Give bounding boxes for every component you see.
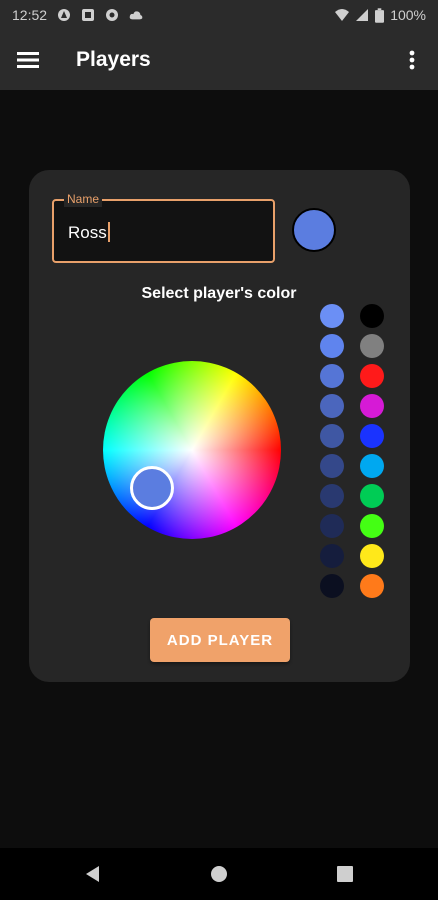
recents-square-icon: [337, 866, 353, 882]
app-notification-icon: [58, 9, 71, 21]
name-field-value[interactable]: Ross: [68, 222, 110, 243]
more-vertical-icon: [409, 50, 415, 70]
color-swatch-right-10[interactable]: [360, 574, 384, 598]
recents-button[interactable]: [282, 848, 408, 900]
name-field[interactable]: Name Ross: [52, 191, 275, 263]
selected-color-preview: [292, 208, 336, 252]
color-swatch-right-1[interactable]: [360, 304, 384, 328]
game-notification-icon: [106, 9, 119, 21]
back-button[interactable]: [30, 848, 156, 900]
color-swatch-left-10[interactable]: [320, 574, 344, 598]
color-swatch-right-4[interactable]: [360, 394, 384, 418]
text-cursor: [107, 222, 110, 242]
name-input-text: Ross: [68, 223, 107, 242]
color-wheel-handle[interactable]: [130, 466, 174, 510]
signal-icon: [356, 9, 369, 21]
app-bar: Players: [0, 30, 438, 90]
home-circle-icon: [211, 866, 227, 882]
wifi-icon: [335, 9, 350, 21]
color-swatch-right-8[interactable]: [360, 514, 384, 538]
add-player-button[interactable]: ADD PLAYER: [150, 618, 290, 662]
color-swatch-left-6[interactable]: [320, 454, 344, 478]
select-color-title: Select player's color: [141, 285, 297, 302]
status-time: 12:52: [12, 7, 48, 23]
name-field-label: Name: [64, 191, 103, 207]
color-swatch-right-5[interactable]: [360, 424, 384, 448]
color-swatch-right-7[interactable]: [360, 484, 384, 508]
hamburger-menu-icon: [17, 52, 39, 68]
back-triangle-icon: [86, 866, 99, 882]
color-swatch-left-5[interactable]: [320, 424, 344, 448]
color-swatch-left-3[interactable]: [320, 364, 344, 388]
battery-icon: [375, 7, 385, 23]
navigation-bar: [0, 848, 438, 900]
cloud-icon: [129, 11, 143, 20]
menu-button[interactable]: [0, 30, 56, 90]
home-button[interactable]: [156, 848, 282, 900]
pocket-notification-icon: [82, 9, 95, 21]
add-player-card: Name Ross Select player's color ADD PLAY…: [29, 170, 410, 682]
color-swatch-right-9[interactable]: [360, 544, 384, 568]
battery-level: 100%: [390, 7, 426, 23]
page-title: Players: [76, 48, 151, 71]
color-swatch-right-3[interactable]: [360, 364, 384, 388]
color-swatch-left-8[interactable]: [320, 514, 344, 538]
color-swatch-right-2[interactable]: [360, 334, 384, 358]
color-wheel[interactable]: [103, 361, 281, 539]
status-bar: 12:52 100%: [0, 0, 438, 30]
color-swatch-right-6[interactable]: [360, 454, 384, 478]
color-swatch-left-4[interactable]: [320, 394, 344, 418]
color-swatch-left-7[interactable]: [320, 484, 344, 508]
color-swatch-left-9[interactable]: [320, 544, 344, 568]
color-swatch-left-2[interactable]: [320, 334, 344, 358]
color-swatch-left-1[interactable]: [320, 304, 344, 328]
overflow-menu-button[interactable]: [386, 30, 438, 90]
